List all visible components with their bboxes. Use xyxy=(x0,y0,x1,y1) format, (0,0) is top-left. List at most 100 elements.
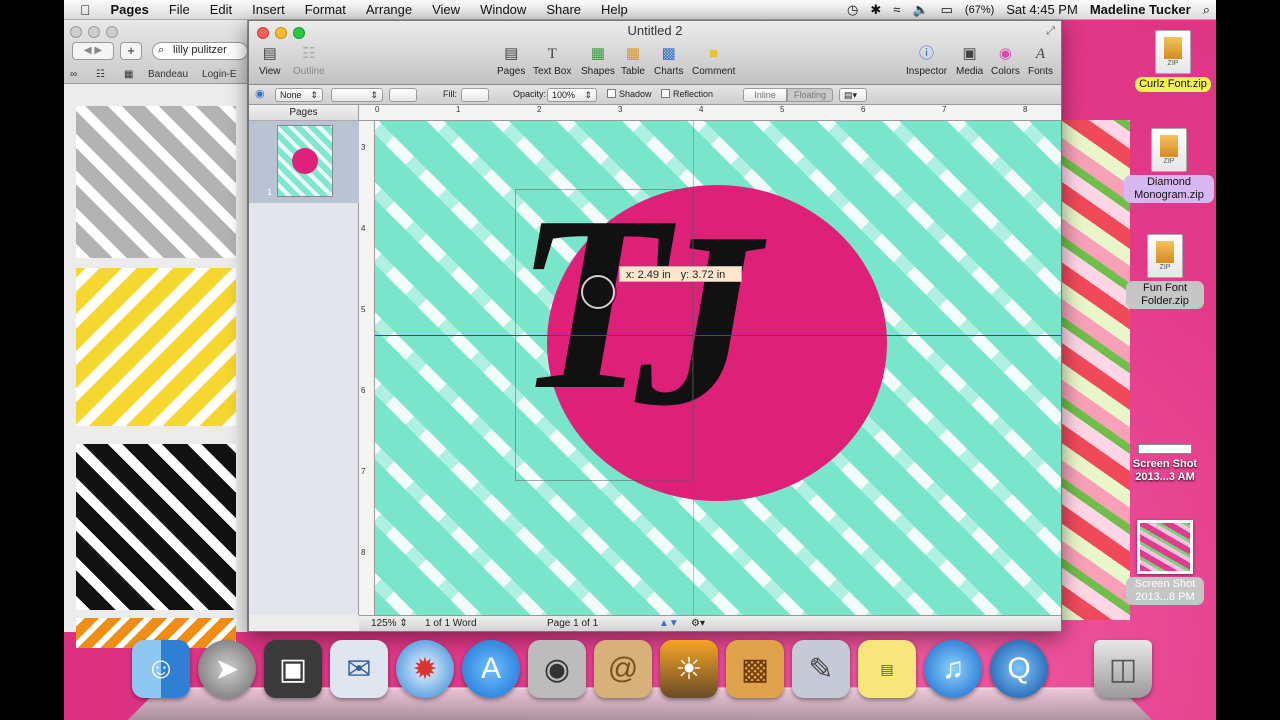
finder-icon[interactable]: ☺ xyxy=(132,640,190,698)
user-name[interactable]: Madeline Tucker xyxy=(1084,2,1197,17)
quicktime-icon[interactable]: Q xyxy=(990,640,1048,698)
bookmarks-icon[interactable]: ☷ xyxy=(96,69,105,80)
battery-icon[interactable]: ▭ xyxy=(935,2,959,18)
fonts-button[interactable]: A Fonts xyxy=(1028,45,1053,77)
safari-search-input[interactable]: ⌕ lilly pulitzer xyxy=(152,42,248,60)
page-number: 1 xyxy=(267,187,273,197)
vertical-ruler[interactable]: 3 4 5 6 7 8 xyxy=(359,121,375,615)
mail-icon[interactable]: ✉ xyxy=(330,640,388,698)
yellow-chevron-image[interactable] xyxy=(76,268,236,426)
table-icon: ▦ xyxy=(625,45,641,62)
page-thumbnail[interactable] xyxy=(277,125,333,197)
stroke-width-select[interactable]: ⇕ xyxy=(331,88,383,102)
launchpad-icon[interactable]: ➤ xyxy=(198,640,256,698)
address-book-icon[interactable]: @ xyxy=(594,640,652,698)
spotlight-icon[interactable]: ⌕ xyxy=(1197,2,1216,18)
black-chevron-image[interactable] xyxy=(76,444,236,610)
safari-icon[interactable]: ✹ xyxy=(396,640,454,698)
trash-icon[interactable]: ◫ xyxy=(1094,640,1152,698)
ruler-tick: 2 xyxy=(537,105,542,114)
stickies-icon[interactable]: ▤ xyxy=(858,640,916,698)
colors-icon: ◉ xyxy=(998,45,1012,62)
facetime-icon[interactable]: ◉ xyxy=(528,640,586,698)
inspector-button[interactable]: ⓘ Inspector xyxy=(906,45,947,77)
page-nav-icon[interactable]: ▲▼ xyxy=(659,618,679,629)
back-forward-buttons[interactable]: ◀ ▶ xyxy=(72,42,114,60)
stroke-style-select[interactable]: None ⇕ xyxy=(275,88,323,102)
desktop-file-screenshot-am[interactable]: Screen Shot 2013...3 AM xyxy=(1126,444,1204,485)
menu-view[interactable]: View xyxy=(422,2,470,17)
file-label: Screen Shot 2013...3 AM xyxy=(1132,458,1198,483)
zoom-select[interactable]: 125% ⇕ xyxy=(371,618,408,629)
bookmark-item[interactable]: Bandeau xyxy=(148,69,188,80)
menu-window[interactable]: Window xyxy=(470,2,536,17)
iphoto-icon[interactable]: ☀ xyxy=(660,640,718,698)
charts-button[interactable]: ▩ Charts xyxy=(654,45,683,77)
stepper-icon: ⇕ xyxy=(310,90,318,100)
shapes-button[interactable]: ▦ Shapes xyxy=(581,45,615,77)
battery-percent[interactable]: (67%) xyxy=(959,4,1000,16)
minimize-icon[interactable] xyxy=(88,26,100,38)
comment-button[interactable]: ■ Comment xyxy=(692,45,735,77)
menu-insert[interactable]: Insert xyxy=(242,2,295,17)
fullscreen-icon[interactable]: ⤢ xyxy=(1046,25,1055,38)
inspector-icon: ⓘ xyxy=(919,45,935,62)
fill-color-well[interactable] xyxy=(461,88,489,102)
wrap-options-icon[interactable]: ▤▾ xyxy=(839,88,867,102)
bluetooth-icon[interactable]: ✱ xyxy=(864,2,887,18)
desktop-file-curlz-font[interactable]: ZIP Curlz Font.zip xyxy=(1134,30,1212,92)
stroke-color-well[interactable] xyxy=(389,88,417,102)
view-button[interactable]: ▤ View xyxy=(259,45,281,77)
desktop-file-fun-font-folder[interactable]: ZIP Fun Font Folder.zip xyxy=(1126,234,1204,309)
table-button[interactable]: ▦ Table xyxy=(621,45,645,77)
menu-file[interactable]: File xyxy=(159,2,200,17)
textbox-button[interactable]: T Text Box xyxy=(533,45,571,77)
clock[interactable]: Sat 4:45 PM xyxy=(1000,2,1084,17)
page-thumbnail-row[interactable]: 1 xyxy=(249,121,359,203)
apple-logo-icon[interactable]:  xyxy=(64,2,101,18)
desktop-file-diamond-monogram[interactable]: ZIP Diamond Monogram.zip xyxy=(1124,128,1214,203)
itunes-icon[interactable]: ♫ xyxy=(924,640,982,698)
close-icon[interactable] xyxy=(70,26,82,38)
zoom-icon[interactable] xyxy=(106,26,118,38)
app-store-icon[interactable]: A xyxy=(462,640,520,698)
bookmark-item[interactable]: Login-E xyxy=(202,69,236,80)
outline-button[interactable]: ☷ Outline xyxy=(293,45,325,77)
inline-button[interactable]: Inline xyxy=(743,88,787,102)
photo-booth-icon[interactable]: ▣ xyxy=(264,640,322,698)
file-label: Diamond Monogram.zip xyxy=(1124,175,1214,203)
position-tooltip: x: 2.49 in y: 3.72 in xyxy=(619,266,743,282)
menu-app-name[interactable]: Pages xyxy=(101,2,159,17)
ruler-tick: 4 xyxy=(699,105,704,114)
media-button[interactable]: ▣ Media xyxy=(956,45,983,77)
archive-utility-icon[interactable]: ▩ xyxy=(726,640,784,698)
desktop-file-screenshot-pm[interactable]: Screen Shot 2013...8 PM xyxy=(1126,520,1204,605)
file-label: Fun Font Folder.zip xyxy=(1126,281,1204,309)
menu-help[interactable]: Help xyxy=(591,2,638,17)
pages-button[interactable]: ▤ Pages xyxy=(497,45,525,77)
reflection-checkbox[interactable]: Reflection xyxy=(661,89,713,99)
colors-button[interactable]: ◉ Colors xyxy=(991,45,1020,77)
menu-share[interactable]: Share xyxy=(536,2,591,17)
menu-edit[interactable]: Edit xyxy=(200,2,242,17)
add-bookmark-icon[interactable]: + xyxy=(120,42,142,60)
menu-format[interactable]: Format xyxy=(295,2,356,17)
volume-icon[interactable]: 🔈 xyxy=(906,2,934,18)
shadow-checkbox[interactable]: Shadow xyxy=(607,89,652,99)
gray-chevron-image[interactable] xyxy=(76,106,236,258)
reading-list-icon[interactable]: ∞ xyxy=(70,69,77,80)
menu-arrange[interactable]: Arrange xyxy=(356,2,422,17)
style-drawer-icon[interactable]: ◉ xyxy=(255,87,265,100)
opacity-input[interactable]: 100% ⇕ xyxy=(547,88,597,102)
status-bar: 125% ⇕ 1 of 1 Word Page 1 of 1 ▲▼ ⚙▾ xyxy=(359,615,1061,631)
horizontal-ruler[interactable]: 0 1 2 3 4 5 6 7 8 xyxy=(359,105,1061,121)
time-machine-icon[interactable]: ◷ xyxy=(841,2,864,18)
document-canvas[interactable]: T J x: 2.49 in y: 3.72 in xyxy=(375,121,1061,615)
gear-icon[interactable]: ⚙▾ xyxy=(691,618,705,629)
opacity-label: Opacity: xyxy=(513,89,547,99)
script-editor-icon[interactable]: ✎ xyxy=(792,640,850,698)
top-sites-icon[interactable]: ▦ xyxy=(124,69,133,80)
wifi-icon[interactable]: ≈ xyxy=(887,2,906,17)
word-count[interactable]: 1 of 1 Word xyxy=(425,618,477,629)
floating-button[interactable]: Floating xyxy=(787,88,833,102)
